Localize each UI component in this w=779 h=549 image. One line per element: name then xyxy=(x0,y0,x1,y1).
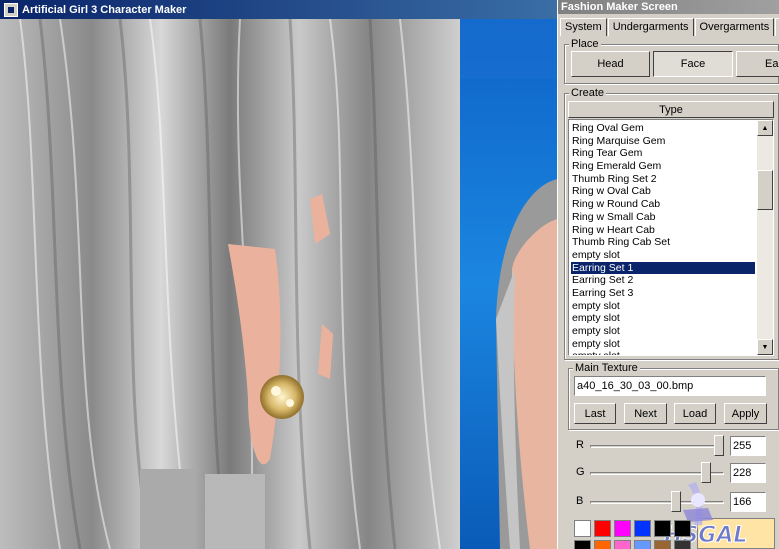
app-icon xyxy=(4,2,18,17)
window-title: Artificial Girl 3 Character Maker xyxy=(22,3,187,16)
scroll-up-icon[interactable]: ▲ xyxy=(757,120,773,136)
tab-h[interactable]: H xyxy=(775,18,779,36)
place-group-label: Place xyxy=(569,38,601,50)
panel-title: Fashion Maker Screen xyxy=(558,0,779,14)
head-button[interactable]: Head xyxy=(571,51,650,77)
palette-swatch[interactable] xyxy=(634,520,651,537)
red-slider-thumb[interactable] xyxy=(714,435,724,456)
list-item[interactable]: Ring w Heart Cab xyxy=(571,224,755,237)
palette-swatch[interactable] xyxy=(654,520,671,537)
palette-swatch[interactable] xyxy=(574,540,591,549)
type-column-header[interactable]: Type xyxy=(568,101,774,118)
list-item[interactable]: Ring w Small Cab xyxy=(571,211,755,224)
list-item[interactable]: empty slot xyxy=(571,350,755,355)
red-slider-row: R 255 xyxy=(570,435,775,459)
list-item[interactable]: Ring Tear Gem xyxy=(571,147,755,160)
list-item[interactable]: Ring w Oval Cab xyxy=(571,185,755,198)
list-item[interactable]: empty slot xyxy=(571,312,755,325)
main-texture-label: Main Texture xyxy=(573,362,640,374)
apply-button[interactable]: Apply xyxy=(724,403,767,424)
list-item[interactable]: empty slot xyxy=(571,325,755,338)
list-item[interactable]: Ring w Round Cab xyxy=(571,198,755,211)
texture-filename-field[interactable] xyxy=(574,376,766,396)
palette-swatch[interactable] xyxy=(594,540,611,549)
palette-swatch[interactable] xyxy=(614,520,631,537)
scroll-down-icon[interactable]: ▼ xyxy=(757,339,773,355)
list-item[interactable]: Earring Set 2 xyxy=(571,274,755,287)
list-item[interactable]: Thumb Ring Set 2 xyxy=(571,173,755,186)
window-title-bar: Artificial Girl 3 Character Maker xyxy=(0,0,557,19)
palette-swatch[interactable] xyxy=(574,520,591,537)
list-item[interactable]: empty slot xyxy=(571,249,755,262)
list-item[interactable]: empty slot xyxy=(571,338,755,351)
face-button[interactable]: Face xyxy=(653,51,733,77)
last-button[interactable]: Last xyxy=(574,403,616,424)
type-list-items: Ring Oval Gem Ring Marquise Gem Ring Tear … xyxy=(571,122,755,355)
earring-model xyxy=(260,375,304,419)
tab-system[interactable]: System xyxy=(560,18,607,36)
create-group-label: Create xyxy=(569,87,607,99)
list-item[interactable]: Ring Oval Gem xyxy=(571,122,755,135)
list-item[interactable]: Ring Emerald Gem xyxy=(571,160,755,173)
tab-undergarments[interactable]: Undergarments xyxy=(607,18,694,36)
palette-swatch[interactable] xyxy=(594,520,611,537)
palette-swatch[interactable] xyxy=(614,540,631,549)
list-item[interactable]: Earring Set 3 xyxy=(571,287,755,300)
tab-bar: System Undergarments Overgarments H xyxy=(560,18,779,36)
scroll-thumb[interactable] xyxy=(757,170,773,210)
hsgal-logo-icon: HSGAL xyxy=(664,482,748,549)
palette-swatch[interactable] xyxy=(674,540,691,549)
list-item[interactable]: empty slot xyxy=(571,300,755,313)
palette-swatch[interactable] xyxy=(674,520,691,537)
list-item[interactable]: Earring Set 1 xyxy=(571,261,755,275)
blue-label: B xyxy=(576,495,584,507)
tab-overgarments[interactable]: Overgarments xyxy=(694,18,775,36)
3d-viewport[interactable] xyxy=(0,19,557,549)
green-label: G xyxy=(576,466,585,478)
type-listbox[interactable]: Ring Oval Gem Ring Marquise Gem Ring Tear … xyxy=(568,119,774,356)
palette-swatch[interactable] xyxy=(634,540,651,549)
red-slider-track[interactable] xyxy=(590,445,724,448)
next-button[interactable]: Next xyxy=(624,403,667,424)
list-scrollbar[interactable]: ▲ ▼ xyxy=(757,120,773,355)
ear-button[interactable]: Ea xyxy=(736,51,779,77)
list-item[interactable]: Thumb Ring Cab Set xyxy=(571,236,755,249)
load-button[interactable]: Load xyxy=(674,403,716,424)
palette-swatch[interactable] xyxy=(654,540,671,549)
character-render xyxy=(0,19,557,549)
red-value-field[interactable]: 255 xyxy=(730,436,766,456)
list-item[interactable]: Ring Marquise Gem xyxy=(571,135,755,148)
red-label: R xyxy=(576,439,584,451)
